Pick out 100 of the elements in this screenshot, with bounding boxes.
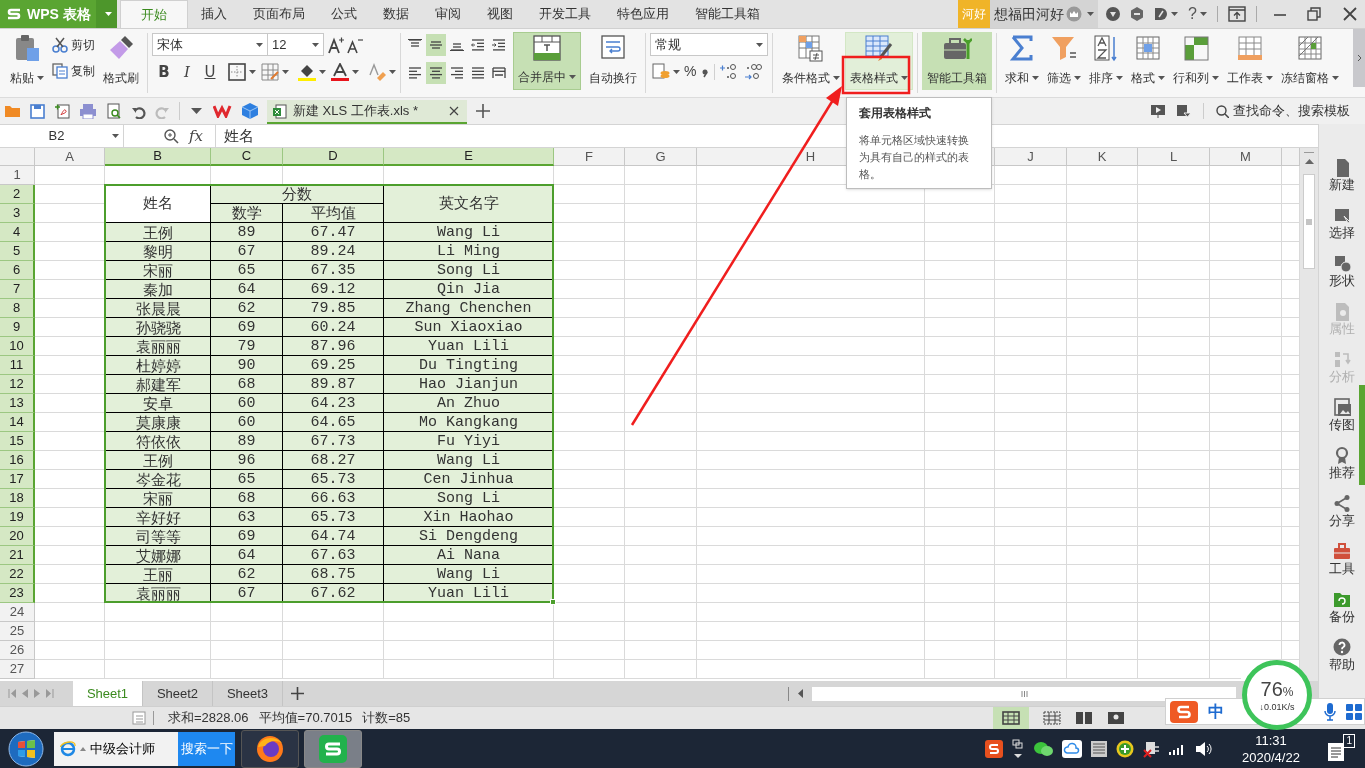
cut-button[interactable]: 剪切: [50, 33, 97, 57]
menu-tab[interactable]: 开发工具: [526, 0, 604, 28]
row-header[interactable]: 13: [0, 394, 35, 413]
help-button[interactable]: ?: [1188, 2, 1207, 26]
table-cell: Yuan Lili: [384, 337, 554, 356]
tool-button[interactable]: 格式: [1127, 32, 1169, 90]
font-style-button[interactable]: U: [201, 61, 219, 84]
side-panel-button[interactable]: 选择: [1329, 206, 1355, 254]
menu-tab[interactable]: 特色应用: [604, 0, 682, 28]
column-header[interactable]: B: [105, 148, 211, 166]
row-header[interactable]: 20: [0, 527, 35, 546]
number-format-dropdown[interactable]: 常规: [650, 33, 768, 56]
side-panel-button[interactable]: 工具: [1329, 542, 1355, 590]
tool-button[interactable]: 冻结窗格: [1277, 32, 1343, 90]
menu-tab[interactable]: 页面布局: [240, 0, 318, 28]
copy-button[interactable]: 复制: [50, 59, 97, 83]
row-header[interactable]: 12: [0, 375, 35, 394]
tool-button[interactable]: 筛选: [1043, 32, 1085, 90]
side-panel-button[interactable]: 推荐: [1329, 446, 1355, 494]
row-header[interactable]: 26: [0, 641, 35, 660]
row-header[interactable]: 17: [0, 470, 35, 489]
row-header[interactable]: 27: [0, 660, 35, 679]
merge-center-button[interactable]: 合并居中: [513, 32, 581, 90]
side-panel-button[interactable]: 形状: [1329, 254, 1355, 302]
web-search-field[interactable]: 中级会计师: [54, 732, 178, 766]
menu-tab[interactable]: 数据: [370, 0, 422, 28]
row-header[interactable]: 6: [0, 261, 35, 280]
side-panel-button[interactable]: 传图: [1329, 398, 1355, 446]
font-style-button[interactable]: I: [178, 61, 196, 84]
web-search-input[interactable]: 中级会计师: [90, 739, 170, 759]
row-header[interactable]: 15: [0, 432, 35, 451]
row-header[interactable]: 21: [0, 546, 35, 565]
web-search-button[interactable]: 搜索一下: [178, 732, 235, 766]
menu-tab[interactable]: 开始: [120, 0, 188, 28]
column-header[interactable]: F: [554, 148, 625, 166]
table-cell: 89.24: [283, 242, 384, 261]
row-header[interactable]: 24: [0, 603, 35, 622]
row-header[interactable]: 4: [0, 223, 35, 242]
table-cell: 67.47: [283, 223, 384, 242]
column-header[interactable]: A: [35, 148, 105, 166]
wrap-text-button[interactable]: 自动换行: [585, 32, 641, 90]
tool-button[interactable]: 行和列: [1169, 32, 1223, 90]
font-name-dropdown[interactable]: 宋体: [152, 33, 268, 56]
row-header[interactable]: 19: [0, 508, 35, 527]
menu-tab[interactable]: 插入: [188, 0, 240, 28]
column-header[interactable]: G: [625, 148, 697, 166]
tool-button[interactable]: 求和: [1001, 32, 1043, 90]
row-header[interactable]: 7: [0, 280, 35, 299]
table-cell: 68.75: [283, 565, 384, 584]
row-header[interactable]: 11: [0, 356, 35, 375]
conditional-format-button[interactable]: 条件格式: [777, 32, 845, 90]
row-header[interactable]: 10: [0, 337, 35, 356]
row-header[interactable]: 23: [0, 584, 35, 603]
column-header[interactable]: J: [995, 148, 1067, 166]
column-header[interactable]: K: [1067, 148, 1138, 166]
table-cell: Song Li: [384, 489, 554, 508]
side-panel-button[interactable]: 新建: [1329, 158, 1355, 206]
table-cell: Wang Li: [384, 565, 554, 584]
paste-button[interactable]: 粘贴: [6, 32, 48, 90]
column-header[interactable]: C: [211, 148, 283, 166]
column-header[interactable]: D: [283, 148, 384, 166]
tool-button[interactable]: 工作表: [1223, 32, 1277, 90]
table-cell: 司等等: [105, 527, 211, 546]
row-header[interactable]: 3: [0, 204, 35, 223]
notification-button[interactable]: 1: [1327, 734, 1355, 764]
row-header[interactable]: 9: [0, 318, 35, 337]
row-header[interactable]: 22: [0, 565, 35, 584]
font-size-dropdown[interactable]: 12: [268, 33, 324, 56]
menu-tab[interactable]: 智能工具箱: [682, 0, 773, 28]
column-header[interactable]: M: [1210, 148, 1282, 166]
column-header[interactable]: L: [1138, 148, 1210, 166]
menu-tab[interactable]: 视图: [474, 0, 526, 28]
table-cell: Li Ming: [384, 242, 554, 261]
sheet-tab[interactable]: Sheet1: [73, 681, 143, 706]
percent-button[interactable]: %: [684, 61, 697, 82]
row-header[interactable]: 25: [0, 622, 35, 641]
row-header[interactable]: 8: [0, 299, 35, 318]
row-header[interactable]: 1: [0, 166, 35, 185]
font-style-button[interactable]: B: [155, 61, 173, 84]
table-style-button[interactable]: 表格样式: [845, 32, 913, 90]
row-header[interactable]: 5: [0, 242, 35, 261]
account-button[interactable]: 想福田河好: [990, 0, 1099, 28]
format-painter-button[interactable]: 格式刷: [99, 32, 143, 90]
row-header[interactable]: 18: [0, 489, 35, 508]
side-panel-button[interactable]: 帮助: [1329, 638, 1355, 686]
menu-tab[interactable]: 审阅: [422, 0, 474, 28]
side-panel-button[interactable]: 分享: [1329, 494, 1355, 542]
function-button[interactable]: fx: [189, 124, 203, 148]
row-header[interactable]: 16: [0, 451, 35, 470]
menu-tab[interactable]: 公式: [318, 0, 370, 28]
side-panel-button[interactable]: 备份: [1329, 590, 1355, 638]
row-header[interactable]: 2: [0, 185, 35, 204]
row-header[interactable]: 14: [0, 413, 35, 432]
toolbox-button[interactable]: 智能工具箱: [922, 32, 992, 90]
tool-button[interactable]: 排序: [1085, 32, 1127, 90]
table-cell: Hao Jianjun: [384, 375, 554, 394]
column-header[interactable]: E: [384, 148, 554, 166]
input-mode-button[interactable]: 中: [1208, 699, 1224, 724]
document-tab[interactable]: 新建 XLS 工作表.xls *: [267, 100, 467, 124]
name-box[interactable]: B2: [0, 125, 124, 147]
